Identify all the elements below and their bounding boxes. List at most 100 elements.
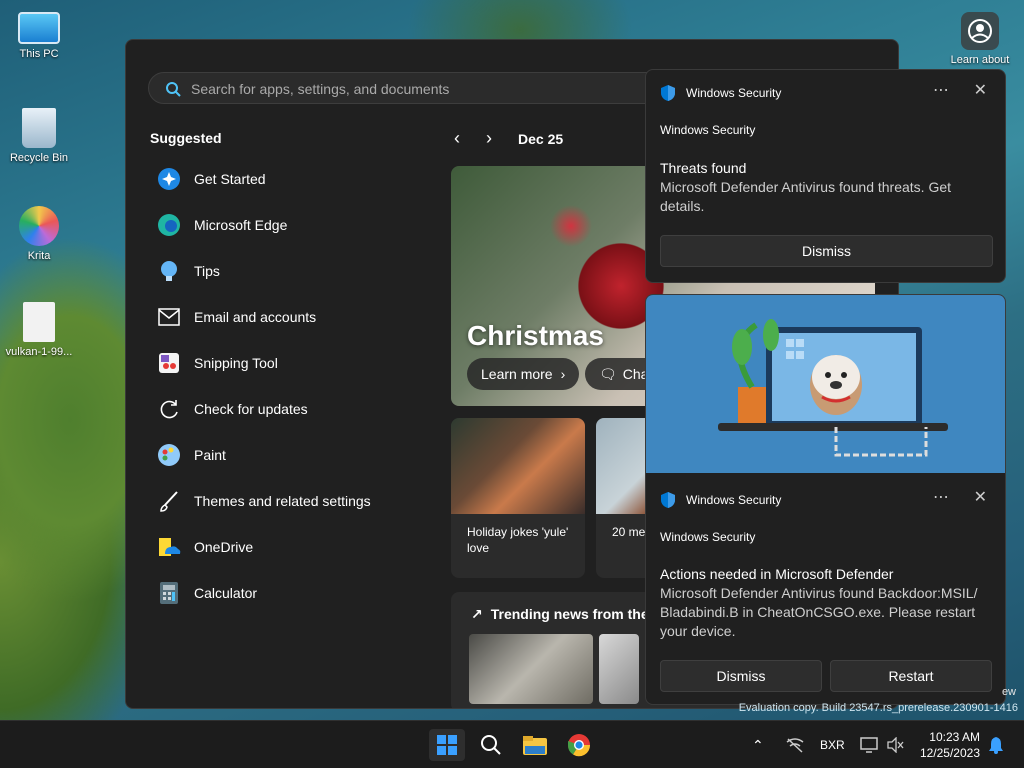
desktop-icon-vulkan[interactable]: vulkan-1-99... xyxy=(4,302,74,358)
refresh-icon xyxy=(156,396,182,422)
current-date: Dec 25 xyxy=(518,130,564,147)
network-disconnected-icon xyxy=(786,738,804,753)
bell-icon xyxy=(989,737,1003,754)
suggested-item-paint[interactable]: Paint xyxy=(156,432,426,478)
chevron-up-icon: ⌃ xyxy=(752,736,764,753)
brush-icon xyxy=(156,488,182,514)
recycle-bin-icon xyxy=(22,108,56,148)
file-explorer-button[interactable] xyxy=(517,729,553,761)
chrome-icon xyxy=(567,734,591,757)
learn-more-label: Learn more xyxy=(481,366,553,382)
suggested-item-calculator[interactable]: Calculator xyxy=(156,570,426,616)
mail-icon xyxy=(156,304,182,330)
suggested-item-label: OneDrive xyxy=(194,539,254,555)
learn-about-label: Learn about xyxy=(950,54,1010,66)
trending-thumb[interactable] xyxy=(599,634,639,704)
desktop-icon-label: Krita xyxy=(27,250,51,262)
desktop-icon-this-pc[interactable]: This PC xyxy=(4,12,74,60)
display-status[interactable] xyxy=(860,721,878,768)
clock-date: 12/25/2023 xyxy=(919,746,980,760)
news-card-caption: Holiday jokes 'yule' love xyxy=(467,525,569,555)
news-card-image xyxy=(451,418,585,514)
shield-icon xyxy=(661,85,675,101)
start-button[interactable] xyxy=(429,729,465,761)
learn-about-picture[interactable]: Learn about xyxy=(940,12,1020,66)
learn-more-button[interactable]: Learn more › xyxy=(467,358,580,390)
suggested-item-get-started[interactable]: Get Started xyxy=(156,156,426,202)
suggested-heading: Suggested xyxy=(150,130,222,146)
trending-title-label: Trending news from the xyxy=(490,606,649,622)
close-icon[interactable]: ✕ xyxy=(974,80,987,100)
suggested-item-snipping[interactable]: Snipping Tool xyxy=(156,340,426,386)
windows-logo-icon xyxy=(437,735,457,755)
notification-body: Microsoft Defender Antivirus found Backd… xyxy=(660,585,978,639)
notification-header: Windows Security xyxy=(660,491,781,509)
calculator-icon xyxy=(156,580,182,606)
volume-status[interactable] xyxy=(886,721,904,768)
build-watermark: ew xyxy=(1001,686,1016,698)
camera-icon xyxy=(961,12,999,50)
suggested-item-label: Themes and related settings xyxy=(194,493,371,509)
notification-app-name: Windows Security xyxy=(686,493,782,507)
suggested-item-onedrive[interactable]: OneDrive xyxy=(156,524,426,570)
suggested-item-tips[interactable]: Tips xyxy=(156,248,426,294)
desktop-icon-label: Recycle Bin xyxy=(9,152,69,164)
suggested-item-label: Calculator xyxy=(194,585,258,601)
suggested-item-email[interactable]: Email and accounts xyxy=(156,294,426,340)
notification-source: Windows Security xyxy=(660,530,756,544)
more-options-icon[interactable]: ⋯ xyxy=(933,487,949,507)
folder-icon xyxy=(523,736,547,755)
clock-time: 10:23 AM xyxy=(929,730,980,744)
suggested-item-updates[interactable]: Check for updates xyxy=(156,386,426,432)
notification-threats[interactable]: Windows Security ⋯ ✕ Windows Security Th… xyxy=(645,69,1006,283)
notification-title: Actions needed in Microsoft Defender xyxy=(660,566,894,582)
onedrive-icon xyxy=(156,534,182,560)
speaker-muted-icon xyxy=(887,737,904,753)
desktop-icon-krita[interactable]: Krita xyxy=(4,206,74,262)
dismiss-button[interactable]: Dismiss xyxy=(660,660,822,692)
suggested-item-themes[interactable]: Themes and related settings xyxy=(156,478,426,524)
prev-arrow-icon[interactable]: ‹ xyxy=(454,128,460,149)
taskbar: ⌃ BXR 10:23 AM 12/25/2023 xyxy=(0,720,1024,768)
suggested-item-label: Paint xyxy=(194,447,226,463)
suggested-item-label: Tips xyxy=(194,263,220,279)
news-card[interactable]: Holiday jokes 'yule' love xyxy=(451,418,585,578)
taskbar-search-button[interactable] xyxy=(473,729,509,761)
restart-button[interactable]: Restart xyxy=(830,660,992,692)
trending-up-icon: ↗ xyxy=(471,606,483,622)
get-started-icon xyxy=(156,166,182,192)
build-watermark-text: Evaluation copy. Build 23547.rs_prerelea… xyxy=(738,702,1018,714)
krita-icon xyxy=(19,206,59,246)
hero-title: Christmas xyxy=(467,320,604,351)
suggested-item-label: Get Started xyxy=(194,171,266,187)
notification-body: Microsoft Defender Antivirus found threa… xyxy=(660,179,952,214)
trending-thumb[interactable] xyxy=(469,634,593,704)
input-language[interactable]: BXR xyxy=(820,721,845,768)
chrome-button[interactable] xyxy=(561,729,597,761)
desktop-icon-recycle-bin[interactable]: Recycle Bin xyxy=(4,108,74,164)
monitor-icon xyxy=(18,12,60,44)
dismiss-button[interactable]: Dismiss xyxy=(660,235,993,267)
paint-icon xyxy=(156,442,182,468)
desktop-icon-label: This PC xyxy=(19,48,59,60)
next-arrow-icon[interactable]: › xyxy=(486,128,492,149)
network-status[interactable] xyxy=(786,721,804,768)
show-hidden-icons[interactable]: ⌃ xyxy=(752,721,764,768)
file-settings-icon xyxy=(23,302,55,342)
tips-icon xyxy=(156,258,182,284)
search-icon xyxy=(481,735,501,755)
suggested-item-edge[interactable]: Microsoft Edge xyxy=(156,202,426,248)
clock[interactable]: 10:23 AM 12/25/2023 xyxy=(920,729,980,761)
more-options-icon[interactable]: ⋯ xyxy=(933,80,949,100)
notification-title: Threats found xyxy=(660,160,747,176)
notification-actions-needed[interactable]: Windows Security ⋯ ✕ Windows Security Ac… xyxy=(645,294,1006,705)
notification-source: Windows Security xyxy=(660,123,756,137)
snipping-tool-icon xyxy=(156,350,182,376)
trending-title: ↗ Trending news from the xyxy=(471,606,649,623)
close-icon[interactable]: ✕ xyxy=(974,487,987,507)
chat-icon: 🗨 xyxy=(599,365,617,382)
suggested-item-label: Check for updates xyxy=(194,401,308,417)
notification-center-button[interactable] xyxy=(988,721,1004,768)
bulldog-laptop-illustration xyxy=(718,319,948,457)
search-icon xyxy=(166,82,181,97)
